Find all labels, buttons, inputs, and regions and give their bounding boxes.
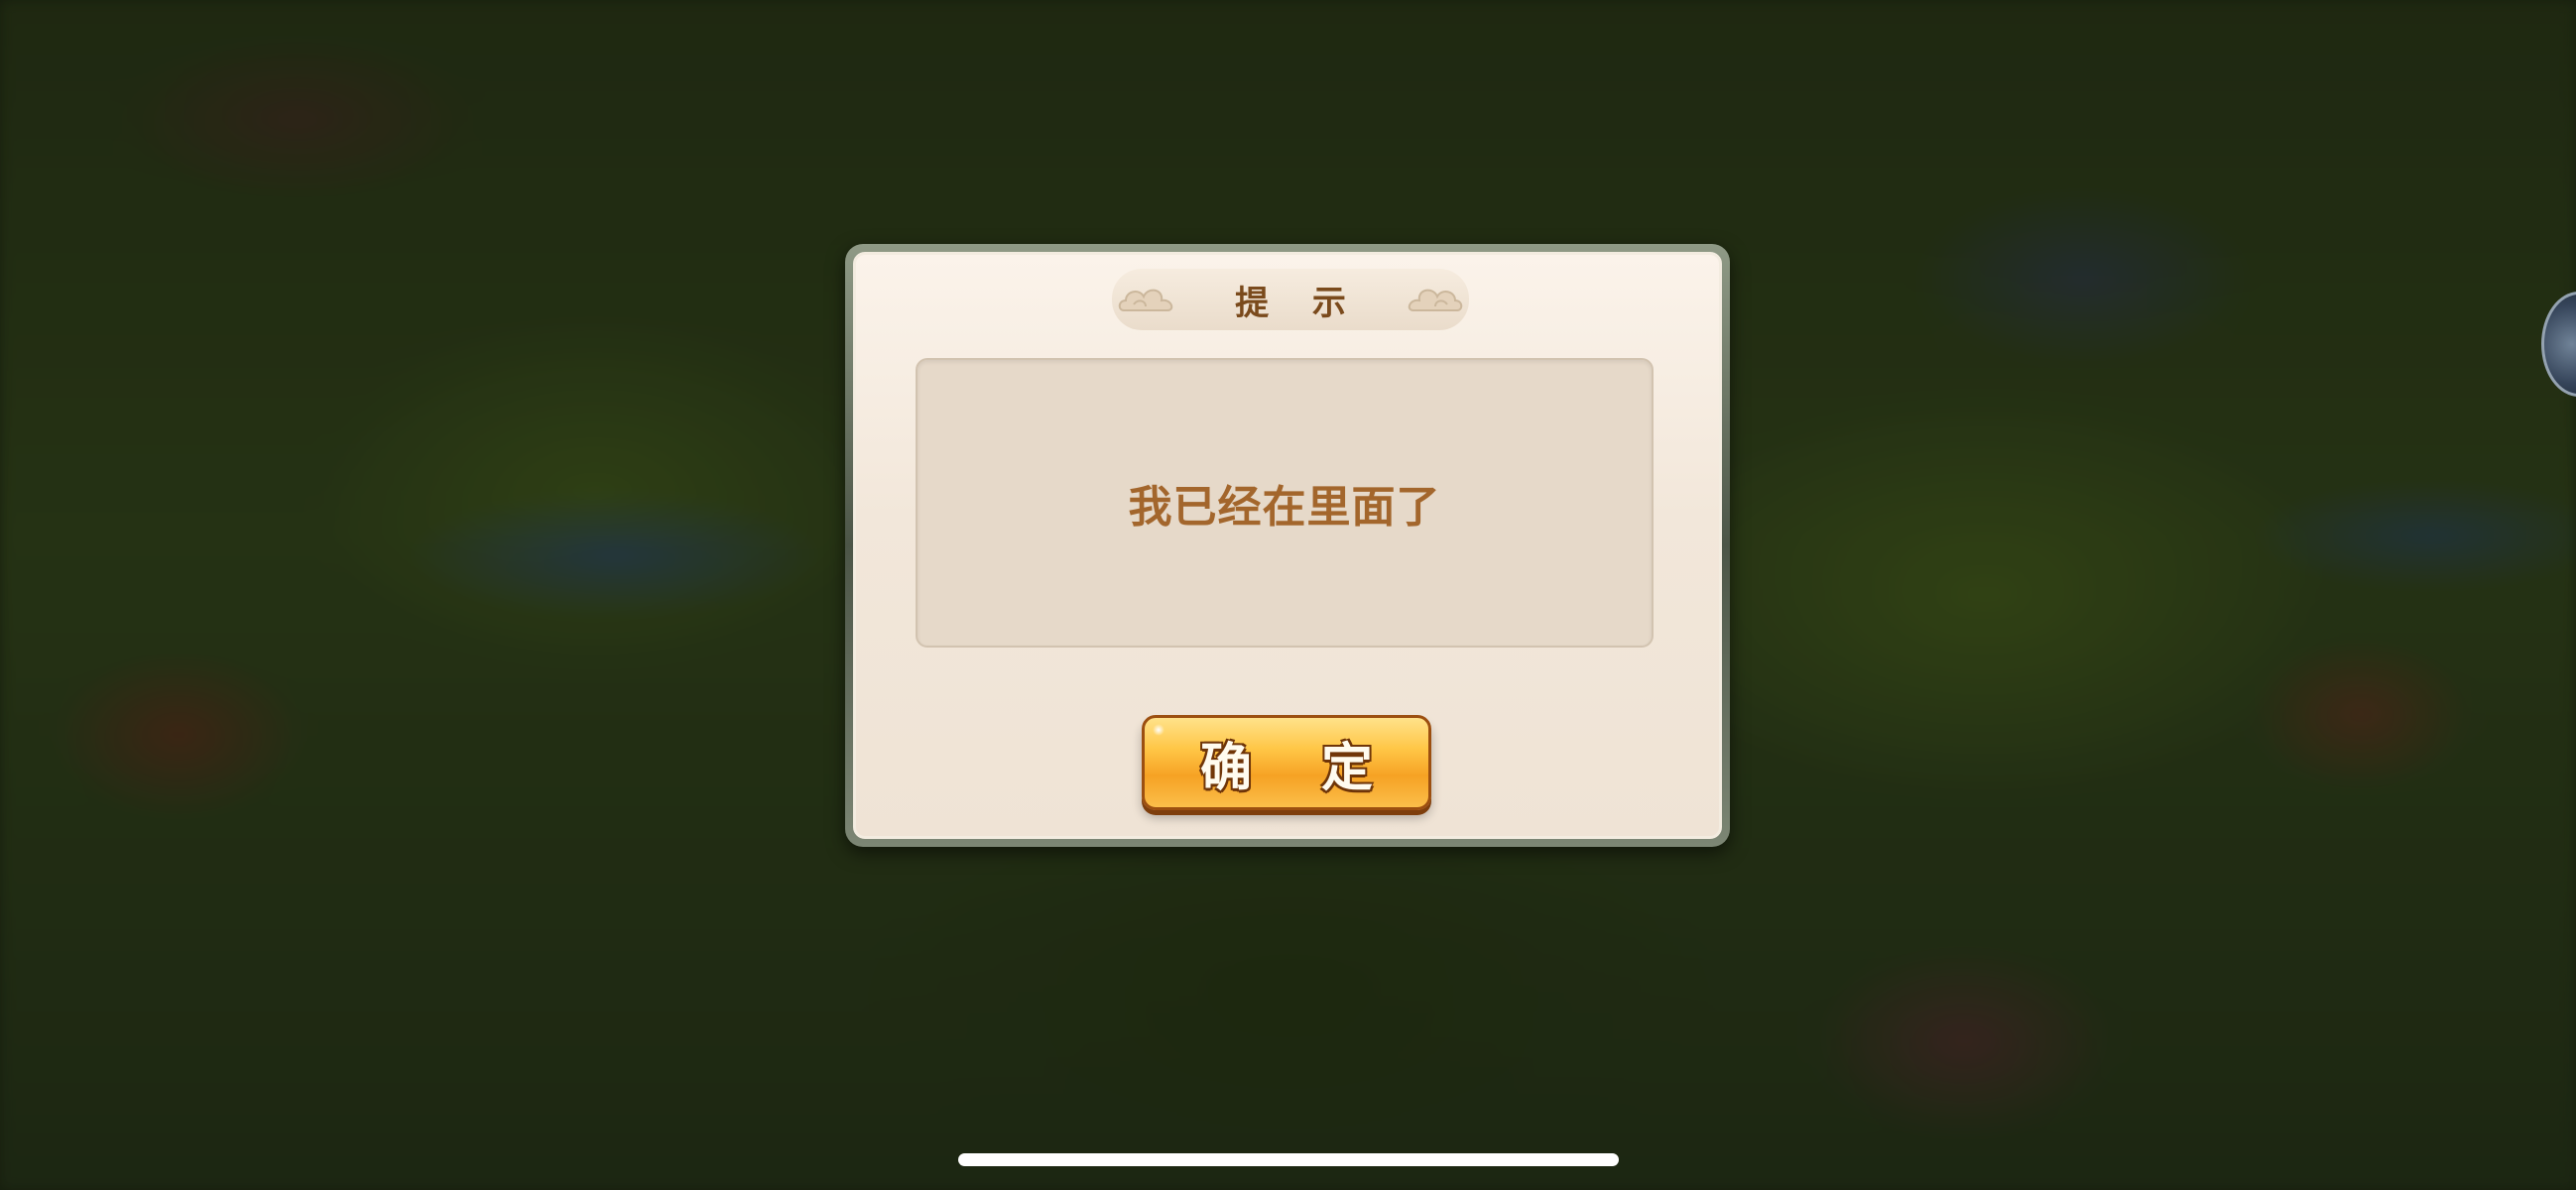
dialog-panel: 提 示 我已经在里面了 确 定	[853, 252, 1722, 839]
confirm-button-label: 确 定	[1199, 738, 1400, 798]
confirm-button[interactable]: 确 定	[1142, 715, 1431, 810]
cloud-ornament-icon	[1408, 289, 1463, 311]
dialog-title: 提 示	[1235, 283, 1362, 323]
home-indicator[interactable]	[958, 1153, 1619, 1166]
sparkle-icon	[1153, 724, 1165, 736]
message-area: 我已经在里面了	[916, 358, 1654, 648]
notice-dialog: 提 示 我已经在里面了 确 定	[845, 244, 1730, 847]
dialog-message: 我已经在里面了	[1128, 482, 1441, 533]
game-screen: 提 示 我已经在里面了 确 定	[0, 0, 2576, 1190]
cloud-ornament-icon	[1118, 289, 1173, 311]
dialog-title-plate: 提 示	[1112, 269, 1469, 330]
